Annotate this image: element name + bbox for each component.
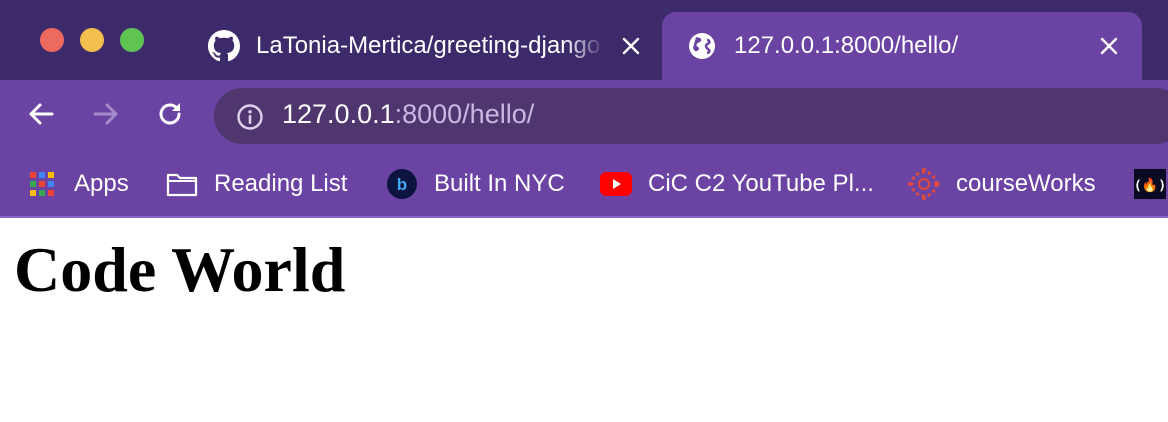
close-tab-icon[interactable] [1098,35,1120,57]
arrow-right-icon [91,99,121,134]
tab-localhost[interactable]: 127.0.0.1:8000/hello/ [662,12,1142,80]
info-icon[interactable] [236,103,264,131]
apps-grid-icon [26,168,58,200]
bookmark-label: Built In NYC [434,170,565,197]
tab-title: 127.0.0.1:8000/hello/ [734,32,959,59]
page-heading: Code World [14,234,346,305]
reload-button[interactable] [152,98,188,134]
bookmark-label: Apps [74,170,129,197]
freecodecamp-icon: (🔥) [1134,168,1166,200]
reload-icon [155,99,185,134]
forward-button[interactable] [88,98,124,134]
url-text[interactable]: 127.0.0.1:8000/hello/ [282,99,534,130]
url-path: :8000/hello/ [394,99,535,129]
bookmark-courseworks[interactable]: courseWorks [908,152,1096,216]
tab-title: LaTonia-Mertica/greeting-django [256,32,601,59]
window-minimize-button[interactable] [80,28,104,52]
svg-text:b: b [397,175,407,194]
back-button[interactable] [23,98,59,134]
bookmark-built-in-nyc[interactable]: b Built In NYC [386,152,565,216]
window-zoom-button[interactable] [120,28,144,52]
folder-icon [166,168,198,200]
bookmark-label: courseWorks [956,170,1096,197]
arrow-left-icon [26,99,56,134]
bookmark-label: Reading List [214,170,348,197]
github-icon [208,30,240,62]
bookmark-cic-youtube[interactable]: CiC C2 YouTube Pl... [600,152,874,216]
youtube-icon [600,168,632,200]
close-tab-icon[interactable] [620,35,642,57]
bookmarks-bar: Apps Reading List b Built In NYC CiC C2 … [0,152,1168,218]
bookmark-reading-list[interactable]: Reading List [166,152,347,216]
globe-icon [686,30,718,62]
svg-text:(🔥): (🔥) [1134,178,1166,194]
tab-github[interactable]: LaTonia-Mertica/greeting-django [188,12,660,80]
canvas-logo-icon [908,168,940,200]
url-host: 127.0.0.1 [282,99,395,129]
tab-strip: LaTonia-Mertica/greeting-django 127.0.0.… [0,0,1168,80]
bookmark-label: CiC C2 YouTube Pl... [648,170,874,197]
bookmark-apps[interactable]: Apps [26,152,129,216]
builtin-logo-icon: b [386,168,418,200]
window-close-button[interactable] [40,28,64,52]
bookmark-freecodecamp[interactable]: (🔥) [1134,152,1166,216]
